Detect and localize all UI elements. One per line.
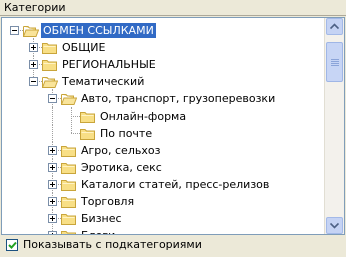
panel-title: Категории xyxy=(4,1,66,14)
tree-item-label: Агро, сельхоз xyxy=(81,143,161,157)
tree-item-label: Торговля xyxy=(81,195,135,208)
folder-icon xyxy=(80,127,96,140)
arrow-up-icon xyxy=(330,23,339,30)
folder-icon xyxy=(61,178,77,191)
collapse-icon[interactable] xyxy=(10,26,19,35)
scroll-down-button[interactable] xyxy=(326,217,343,234)
tree-item-label: Авто, транспорт, грузоперевозки xyxy=(81,92,276,106)
tree-item-agro[interactable]: Агро, сельхоз xyxy=(2,140,325,159)
show-subcategories-label[interactable]: Показывать с подкатегориями xyxy=(23,238,202,252)
panel-footer: Показывать с подкатегориями xyxy=(0,235,346,257)
expand-icon[interactable] xyxy=(48,231,57,234)
expand-icon[interactable] xyxy=(48,197,57,206)
tree-item-label: Каталоги статей, пресс-релизов xyxy=(81,177,270,191)
show-subcategories-checkbox[interactable] xyxy=(6,239,18,251)
tree-item-obmen-ssylkami[interactable]: ОБМЕН ССЫЛКАМИ xyxy=(2,21,325,39)
folder-icon xyxy=(42,58,58,72)
folder-icon xyxy=(41,75,59,89)
expand-icon[interactable] xyxy=(48,214,57,224)
tree-connector xyxy=(71,106,72,125)
expand-icon[interactable] xyxy=(48,162,57,172)
scroll-thumb[interactable] xyxy=(326,42,343,82)
tree-item-po-pochte[interactable]: По почте xyxy=(2,123,325,142)
tree-connector xyxy=(71,123,72,133)
tree-item-tematicheskiy[interactable]: Тематический xyxy=(2,72,325,90)
expand-icon[interactable] xyxy=(29,60,38,70)
tree-item-label: ОБМЕН ССЫЛКАМИ xyxy=(41,23,156,38)
tree-connector xyxy=(71,115,80,117)
vertical-scrollbar[interactable] xyxy=(324,18,344,234)
tree-item-label: Блоги xyxy=(79,228,117,234)
tree-connector xyxy=(52,106,53,125)
tree-item-label: По почте xyxy=(100,126,153,140)
tree-item-biznes[interactable]: Бизнес xyxy=(2,209,325,228)
tree-item-onlayn-forma[interactable]: Онлайн-форма xyxy=(2,106,325,125)
checkmark-icon xyxy=(8,241,17,249)
tree-item-label: Эротика, секс xyxy=(81,160,162,174)
folder-icon xyxy=(61,144,77,157)
tree-item-blogi[interactable]: Блоги xyxy=(2,226,325,234)
tree-content: ОБМЕН ССЫЛКАМИ ОБЩИЕ РЕГИОНАЛЬНЫЕ Тематичес… xyxy=(2,18,325,234)
panel-header: Категории xyxy=(0,0,346,16)
tree-connector xyxy=(52,123,53,142)
folder-icon xyxy=(61,212,77,226)
tree-item-katalogi[interactable]: Каталоги статей, пресс-релизов xyxy=(2,174,325,193)
tree-item-label: ОБЩИЕ xyxy=(62,41,106,55)
expand-icon[interactable] xyxy=(48,145,57,155)
category-tree[interactable]: ОБМЕН ССЫЛКАМИ ОБЩИЕ РЕГИОНАЛЬНЫЕ Тематичес… xyxy=(1,17,345,235)
arrow-down-icon xyxy=(330,222,339,229)
folder-icon xyxy=(61,195,77,208)
expand-icon[interactable] xyxy=(29,43,38,53)
tree-connector xyxy=(71,132,80,134)
folder-icon xyxy=(61,161,77,174)
tree-item-torgovlya[interactable]: Торговля xyxy=(2,192,325,210)
tree-item-label: Онлайн-форма xyxy=(100,109,187,123)
tree-item-avto[interactable]: Авто, транспорт, грузоперевозки xyxy=(2,89,325,108)
collapse-icon[interactable] xyxy=(29,77,38,87)
collapse-icon[interactable] xyxy=(48,94,57,104)
folder-icon xyxy=(80,110,96,123)
expand-icon[interactable] xyxy=(48,179,57,189)
folder-icon xyxy=(42,41,58,55)
tree-item-label: РЕГИОНАЛЬНЫЕ xyxy=(62,58,156,72)
tree-item-erotika[interactable]: Эротика, секс xyxy=(2,157,325,176)
tree-item-label: Бизнес xyxy=(81,212,122,226)
folder-icon xyxy=(22,24,40,37)
categories-panel: Категории ОБМЕН ССЫЛКАМИ ОБЩИЕ РЕГИОНАЛЬНЫ… xyxy=(0,0,346,257)
tree-item-label: Тематический xyxy=(62,75,145,89)
scroll-up-button[interactable] xyxy=(326,18,343,35)
folder-icon xyxy=(60,92,78,106)
tree-item-regionalnye[interactable]: РЕГИОНАЛЬНЫЕ xyxy=(2,55,325,74)
folder-icon xyxy=(61,229,77,234)
tree-item-obshchie[interactable]: ОБЩИЕ xyxy=(2,38,325,57)
